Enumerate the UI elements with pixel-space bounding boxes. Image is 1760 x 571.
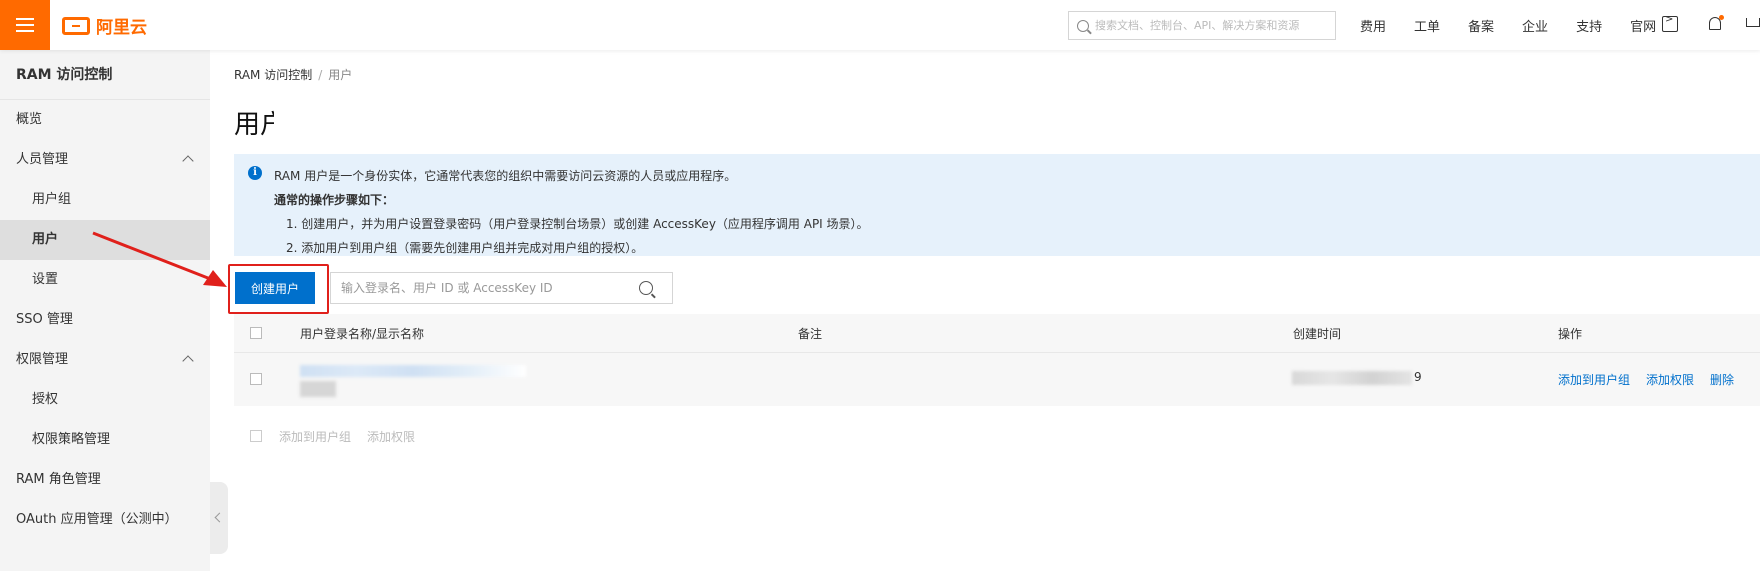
bell-icon[interactable] <box>1706 15 1724 32</box>
annotation-arrow <box>92 231 227 287</box>
nav-enterprise[interactable]: 企业 <box>1522 16 1548 35</box>
user-search-input[interactable] <box>331 274 631 302</box>
select-all-checkbox[interactable] <box>250 327 262 339</box>
chevron-up-icon <box>182 355 194 367</box>
sidebar-item-identities[interactable]: 人员管理 <box>0 140 210 180</box>
sidebar-item-permissions[interactable]: 权限管理 <box>0 340 210 380</box>
add-permission-link[interactable]: 添加权限 <box>1646 371 1694 388</box>
delete-link[interactable]: 删除 <box>1710 371 1734 388</box>
sidebar-item-overview[interactable]: 概览 <box>0 100 210 140</box>
logo-text: 阿里云 <box>96 18 147 38</box>
sidebar: RAM 访问控制 概览 人员管理 用户组 用户 设置 SSO 管理 权限管理 授… <box>0 50 210 571</box>
bulk-add-to-group[interactable]: 添加到用户组 <box>279 428 351 445</box>
breadcrumb-current: 用户 <box>328 68 353 82</box>
nav-tickets[interactable]: 工单 <box>1414 16 1440 35</box>
breadcrumb-separator: / <box>318 68 323 82</box>
created-time-redacted <box>1292 371 1412 385</box>
bulk-add-permission[interactable]: 添加权限 <box>367 428 415 445</box>
row-checkbox[interactable] <box>250 373 262 385</box>
add-to-group-link[interactable]: 添加到用户组 <box>1558 371 1630 388</box>
global-search[interactable] <box>1068 11 1336 40</box>
arrow-shaft <box>92 231 214 282</box>
bulk-select-checkbox[interactable] <box>250 430 262 442</box>
column-header: 用户登录名称/显示名称 <box>300 327 425 341</box>
sidebar-item-label: 人员管理 <box>16 152 69 167</box>
column-header: 备注 <box>798 327 823 341</box>
menu-icon[interactable] <box>0 0 50 50</box>
info-step: 1. 创建用户，并为用户设置登录密码（用户登录控制台场景）或创建 AccessK… <box>286 217 869 231</box>
nav-billing[interactable]: 费用 <box>1360 16 1386 35</box>
column-header: 操作 <box>1558 327 1583 341</box>
sidebar-title: RAM 访问控制 <box>0 50 210 100</box>
sidebar-item-oauth[interactable]: OAuth 应用管理（公测中） <box>0 500 210 540</box>
info-notice: i RAM 用户是一个身份实体，它通常代表您的组织中需要访问云资源的人员或应用程… <box>234 154 1760 256</box>
info-icon: i <box>248 166 262 180</box>
aliyun-logo[interactable]: 阿里云 <box>62 13 147 38</box>
global-search-input[interactable] <box>1095 19 1325 32</box>
info-steps-heading: 通常的操作步骤如下： <box>274 193 395 207</box>
breadcrumb: RAM 访问控制 / 用户 <box>234 66 352 83</box>
page-title: 用户 <box>234 110 274 140</box>
sidebar-collapse-handle[interactable] <box>210 482 228 554</box>
sidebar-item-roles[interactable]: RAM 角色管理 <box>0 460 210 500</box>
search-icon <box>1077 19 1089 32</box>
table-row: 9 添加到用户组 添加权限 删除 <box>234 352 1760 406</box>
created-time-tail: 9 <box>1414 370 1422 384</box>
cart-icon[interactable] <box>1744 16 1760 32</box>
nav-support[interactable]: 支持 <box>1576 16 1602 35</box>
sidebar-item-label: 权限管理 <box>16 352 69 367</box>
search-icon[interactable] <box>639 281 653 295</box>
user-search[interactable] <box>330 272 673 304</box>
user-display-name-redacted <box>300 381 336 397</box>
info-step: 2. 添加用户到用户组（需要先创建用户组并完成对用户组的授权）。 <box>286 241 644 255</box>
top-nav: 费用 工单 备案 企业 支持 官网 <box>1360 0 1684 50</box>
breadcrumb-root[interactable]: RAM 访问控制 <box>234 68 312 82</box>
terminal-icon[interactable] <box>1662 14 1678 32</box>
chevron-up-icon <box>182 155 194 167</box>
create-user-button[interactable]: 创建用户 <box>235 272 315 304</box>
nav-official-site[interactable]: 官网 <box>1630 16 1656 35</box>
sidebar-item-groups[interactable]: 用户组 <box>0 180 210 220</box>
sidebar-item-policies[interactable]: 权限策略管理 <box>0 420 210 460</box>
top-bar: 阿里云 费用 工单 备案 企业 支持 官网 <box>0 0 1760 50</box>
sidebar-item-sso[interactable]: SSO 管理 <box>0 300 210 340</box>
table-header: 用户登录名称/显示名称 备注 创建时间 操作 <box>234 314 1760 352</box>
logo-mark-icon <box>62 16 90 35</box>
column-header: 创建时间 <box>1293 327 1342 341</box>
user-login-name-redacted[interactable] <box>300 365 526 377</box>
info-line: RAM 用户是一个身份实体，它通常代表您的组织中需要访问云资源的人员或应用程序。 <box>274 169 737 183</box>
nav-icp[interactable]: 备案 <box>1468 16 1494 35</box>
sidebar-item-grants[interactable]: 授权 <box>0 380 210 420</box>
